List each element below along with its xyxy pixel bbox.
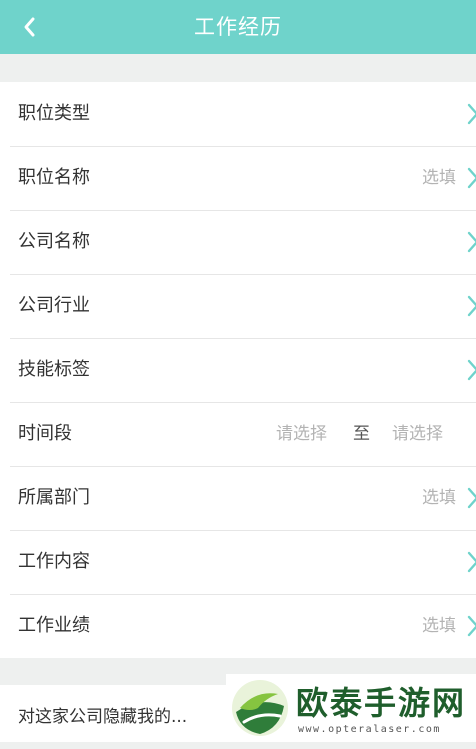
achievements-row[interactable]: 工作业绩 选填 xyxy=(0,594,476,658)
chevron-right-icon xyxy=(467,103,476,125)
app-header: 工作经历 xyxy=(0,0,476,54)
skill-tags-label: 技能标签 xyxy=(18,359,90,380)
watermark-url: www.opteralaser.com xyxy=(298,724,441,735)
department-row[interactable]: 所属部门 选填 xyxy=(0,466,476,530)
leaf-logo-icon xyxy=(232,680,288,736)
job-type-row[interactable]: 职位类型 xyxy=(0,82,476,146)
chevron-right-icon xyxy=(467,359,476,381)
date-range-separator: 至 xyxy=(353,424,370,444)
work-content-row[interactable]: 工作内容 xyxy=(0,530,476,594)
page-title: 工作经历 xyxy=(194,15,282,39)
company-industry-label: 公司行业 xyxy=(18,295,90,316)
department-placeholder: 选填 xyxy=(422,488,456,508)
chevron-right-icon xyxy=(467,551,476,573)
chevron-right-icon xyxy=(467,615,476,637)
site-watermark: 欧泰手游网 www.opteralaser.com xyxy=(226,674,476,742)
chevron-right-icon xyxy=(467,295,476,317)
achievements-placeholder: 选填 xyxy=(422,616,456,636)
job-title-placeholder: 选填 xyxy=(422,168,456,188)
department-label: 所属部门 xyxy=(18,487,90,508)
job-title-label: 职位名称 xyxy=(18,167,90,188)
time-period-row: 时间段 请选择 至 请选择 xyxy=(0,402,476,466)
work-content-label: 工作内容 xyxy=(18,551,90,572)
work-experience-form: 职位类型 职位名称 选填 公司名称 公司行业 技能标签 时间段 请选择 至 请选… xyxy=(0,82,476,658)
company-name-row[interactable]: 公司名称 xyxy=(0,210,476,274)
start-date-picker[interactable]: 请选择 xyxy=(276,402,327,466)
chevron-right-icon xyxy=(467,167,476,189)
company-industry-row[interactable]: 公司行业 xyxy=(0,274,476,338)
job-type-label: 职位类型 xyxy=(18,103,90,124)
hide-from-company-label: 对这家公司隐藏我的... xyxy=(18,707,188,727)
time-period-label: 时间段 xyxy=(18,423,72,444)
achievements-label: 工作业绩 xyxy=(18,615,90,636)
chevron-right-icon xyxy=(467,231,476,253)
skill-tags-row[interactable]: 技能标签 xyxy=(0,338,476,402)
job-title-row[interactable]: 职位名称 选填 xyxy=(0,146,476,210)
company-name-label: 公司名称 xyxy=(18,231,90,252)
chevron-right-icon xyxy=(467,487,476,509)
end-date-picker[interactable]: 请选择 xyxy=(392,402,443,466)
watermark-title: 欧泰手游网 xyxy=(296,684,467,722)
